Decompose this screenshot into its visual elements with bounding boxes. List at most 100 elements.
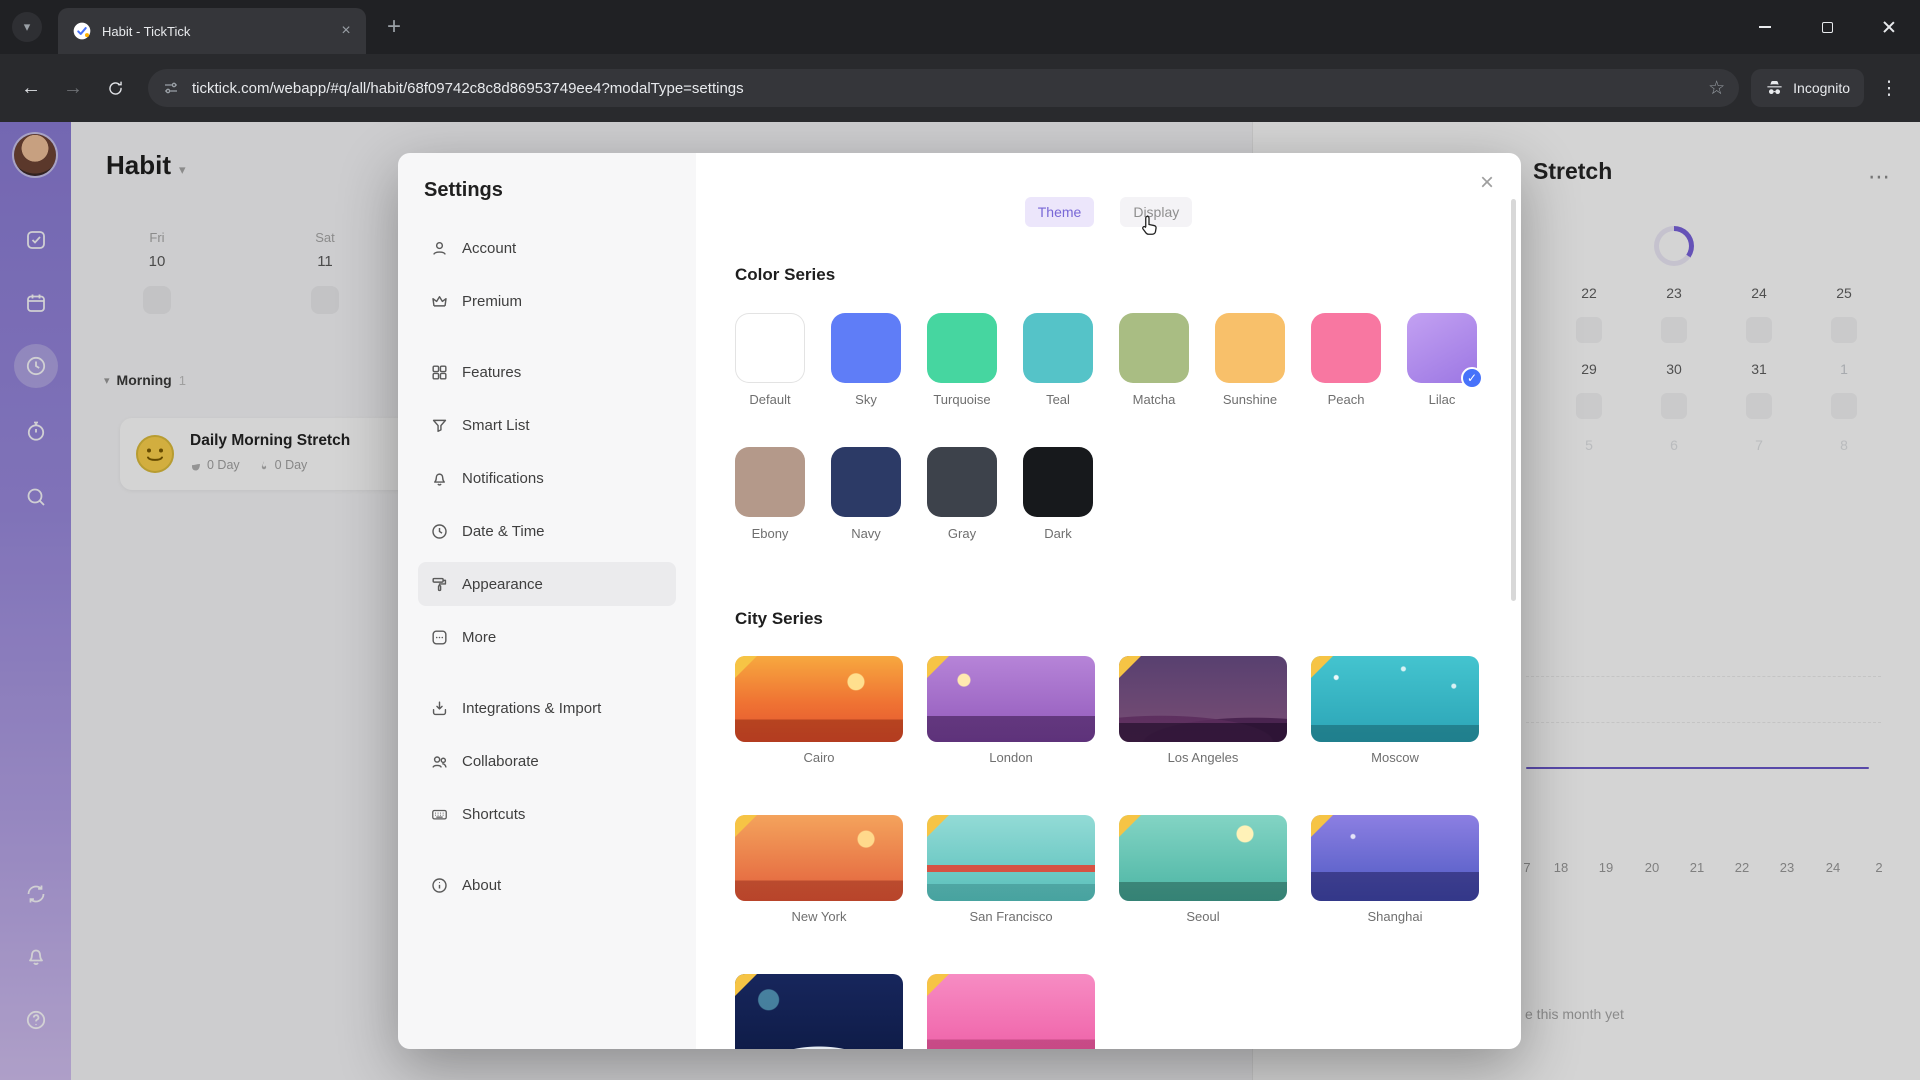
color-label: Lilac — [1407, 392, 1477, 407]
nav-item-label: About — [462, 877, 501, 894]
nav-item-label: Premium — [462, 293, 522, 310]
nav-item-features[interactable]: Features — [418, 350, 676, 394]
color-option-navy[interactable]: Navy — [831, 447, 901, 541]
address-bar[interactable]: ticktick.com/webapp/#q/all/habit/68f0974… — [148, 69, 1739, 107]
city-label: Los Angeles — [1119, 750, 1287, 766]
city-thumbnail — [1311, 815, 1479, 901]
nav-item-about[interactable]: About — [418, 863, 676, 907]
color-option-sunshine[interactable]: Sunshine — [1215, 313, 1285, 407]
color-option-turquoise[interactable]: Turquoise — [927, 313, 997, 407]
browser-menu-button[interactable]: ⋮ — [1868, 67, 1910, 109]
color-option-matcha[interactable]: Matcha — [1119, 313, 1189, 407]
color-option-teal[interactable]: Teal — [1023, 313, 1093, 407]
city-card-grid: CairoLondon Los Angeles Moscow New York San … — [735, 656, 1479, 1049]
city-option-city-8[interactable] — [735, 974, 903, 1049]
close-icon — [1882, 20, 1896, 34]
nav-item-more[interactable]: More — [418, 615, 676, 659]
nav-item-label: Shortcuts — [462, 806, 525, 823]
maximize-button[interactable] — [1796, 0, 1858, 54]
new-tab-button[interactable]: + — [380, 14, 408, 42]
city-option-city-9[interactable] — [927, 974, 1095, 1049]
color-option-peach[interactable]: Peach — [1311, 313, 1381, 407]
color-swatch — [1023, 447, 1093, 517]
city-option-cairo[interactable]: Cairo — [735, 656, 903, 766]
nav-item-collaborate[interactable]: Collaborate — [418, 739, 676, 783]
color-label: Sky — [831, 392, 901, 407]
city-option-moscow[interactable]: Moscow — [1311, 656, 1479, 766]
color-swatch — [1119, 313, 1189, 383]
color-option-gray[interactable]: Gray — [927, 447, 997, 541]
site-info-icon[interactable] — [162, 79, 180, 97]
modal-close-button[interactable]: × — [1473, 169, 1501, 197]
url-text: ticktick.com/webapp/#q/all/habit/68f0974… — [192, 80, 1698, 97]
bell-icon — [430, 469, 449, 488]
city-thumbnail — [735, 656, 903, 742]
settings-tab-display[interactable]: Display — [1120, 197, 1192, 227]
nav-item-label: Collaborate — [462, 753, 539, 770]
color-option-default[interactable]: Default — [735, 313, 805, 407]
tab-strip: ▾ Habit - TickTick × + — [0, 0, 1920, 54]
nav-item-label: Smart List — [462, 417, 530, 434]
settings-modal: Settings AccountPremiumFeaturesSmart Lis… — [398, 153, 1521, 1049]
browser-toolbar: ← → ticktick.com/webapp/#q/all/habit/68f… — [0, 54, 1920, 122]
incognito-icon — [1765, 79, 1784, 98]
color-option-dark[interactable]: Dark — [1023, 447, 1093, 541]
color-label: Sunshine — [1215, 392, 1285, 407]
nav-item-label: Notifications — [462, 470, 544, 487]
tab-close-icon[interactable]: × — [336, 21, 356, 41]
nav-item-date-time[interactable]: Date & Time — [418, 509, 676, 553]
color-option-sky[interactable]: Sky — [831, 313, 901, 407]
city-thumbnail — [735, 974, 903, 1049]
city-option-new-york[interactable]: New York — [735, 815, 903, 925]
nav-item-notifications[interactable]: Notifications — [418, 456, 676, 500]
grid-icon — [430, 363, 449, 382]
ticktick-favicon-icon — [72, 21, 92, 41]
color-option-ebony[interactable]: Ebony — [735, 447, 805, 541]
city-option-london[interactable]: London — [927, 656, 1095, 766]
city-label: Seoul — [1119, 909, 1287, 925]
city-option-los-angeles[interactable]: Los Angeles — [1119, 656, 1287, 766]
maximize-icon — [1822, 22, 1833, 33]
settings-tab-theme[interactable]: Theme — [1025, 197, 1095, 227]
color-swatch — [735, 313, 805, 383]
paint-icon — [430, 575, 449, 594]
back-button[interactable]: ← — [10, 67, 52, 109]
settings-sidebar: Settings AccountPremiumFeaturesSmart Lis… — [398, 153, 696, 1049]
nav-item-account[interactable]: Account — [418, 226, 676, 270]
info-icon — [430, 876, 449, 895]
pro-corner-badge-icon — [1311, 815, 1333, 837]
people-icon — [430, 752, 449, 771]
city-option-san-francisco[interactable]: San Francisco — [927, 815, 1095, 925]
pro-corner-badge-icon — [735, 656, 757, 678]
city-option-seoul[interactable]: Seoul — [1119, 815, 1287, 925]
pro-corner-badge-icon — [1311, 656, 1333, 678]
pro-corner-badge-icon — [1119, 656, 1141, 678]
nav-item-smart-list[interactable]: Smart List — [418, 403, 676, 447]
pro-corner-badge-icon — [735, 974, 757, 996]
nav-item-shortcuts[interactable]: Shortcuts — [418, 792, 676, 836]
minimize-button[interactable] — [1734, 0, 1796, 54]
city-option-shanghai[interactable]: Shanghai — [1311, 815, 1479, 925]
color-swatch — [927, 313, 997, 383]
color-option-lilac[interactable]: ✓ Lilac — [1407, 313, 1477, 407]
color-label: Turquoise — [927, 392, 997, 407]
active-tab[interactable]: Habit - TickTick × — [58, 8, 366, 54]
scrollbar-thumb[interactable] — [1511, 199, 1516, 601]
nav-item-label: Date & Time — [462, 523, 545, 540]
close-window-button[interactable] — [1858, 0, 1920, 54]
city-thumbnail — [1119, 815, 1287, 901]
city-label: New York — [735, 909, 903, 925]
reload-button[interactable] — [94, 67, 136, 109]
color-swatch — [1311, 313, 1381, 383]
nav-item-premium[interactable]: Premium — [418, 279, 676, 323]
bookmark-star-icon[interactable]: ☆ — [1708, 77, 1725, 100]
tab-search-button[interactable]: ▾ — [12, 12, 42, 42]
color-swatch: ✓ — [1407, 313, 1477, 383]
nav-item-integrations-import[interactable]: Integrations & Import — [418, 686, 676, 730]
color-label: Ebony — [735, 526, 805, 541]
nav-item-appearance[interactable]: Appearance — [418, 562, 676, 606]
city-thumbnail — [927, 815, 1095, 901]
color-swatch — [1023, 313, 1093, 383]
forward-button[interactable]: → — [52, 67, 94, 109]
color-series-heading: Color Series — [735, 265, 835, 285]
